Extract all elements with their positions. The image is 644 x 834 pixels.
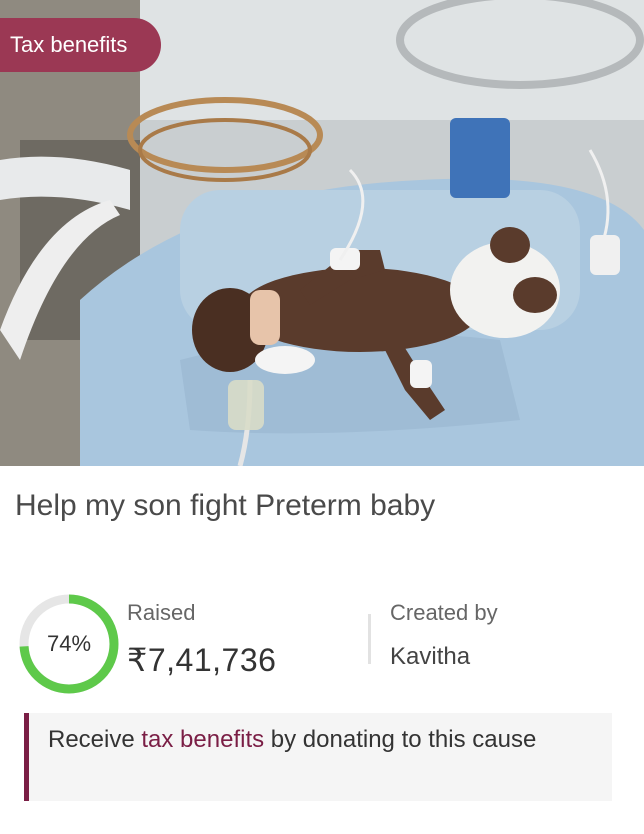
campaign-photo[interactable]: Tax benefits <box>0 0 644 466</box>
fundraiser-card[interactable]: Tax benefits Help my son fight Preterm b… <box>0 0 644 834</box>
notice-prefix: Receive <box>48 726 142 753</box>
tax-benefit-notice: Receive tax benefits by donating to this… <box>24 713 612 801</box>
campaign-title[interactable]: Help my son fight Preterm baby <box>15 486 625 526</box>
tax-benefits-badge: Tax benefits <box>0 18 162 72</box>
notice-suffix: by donating to this cause <box>264 726 537 753</box>
raised-amount: ₹7,41,736 <box>127 642 277 678</box>
stat-divider <box>368 614 371 664</box>
progress-percent: 74% <box>46 631 92 656</box>
tax-benefits-link[interactable]: tax benefits <box>141 726 264 753</box>
progress-ring: 74% <box>18 593 120 695</box>
raised-label: Raised <box>127 600 196 625</box>
created-by-label: Created by <box>390 600 498 625</box>
creator-name: Kavitha <box>390 643 471 670</box>
